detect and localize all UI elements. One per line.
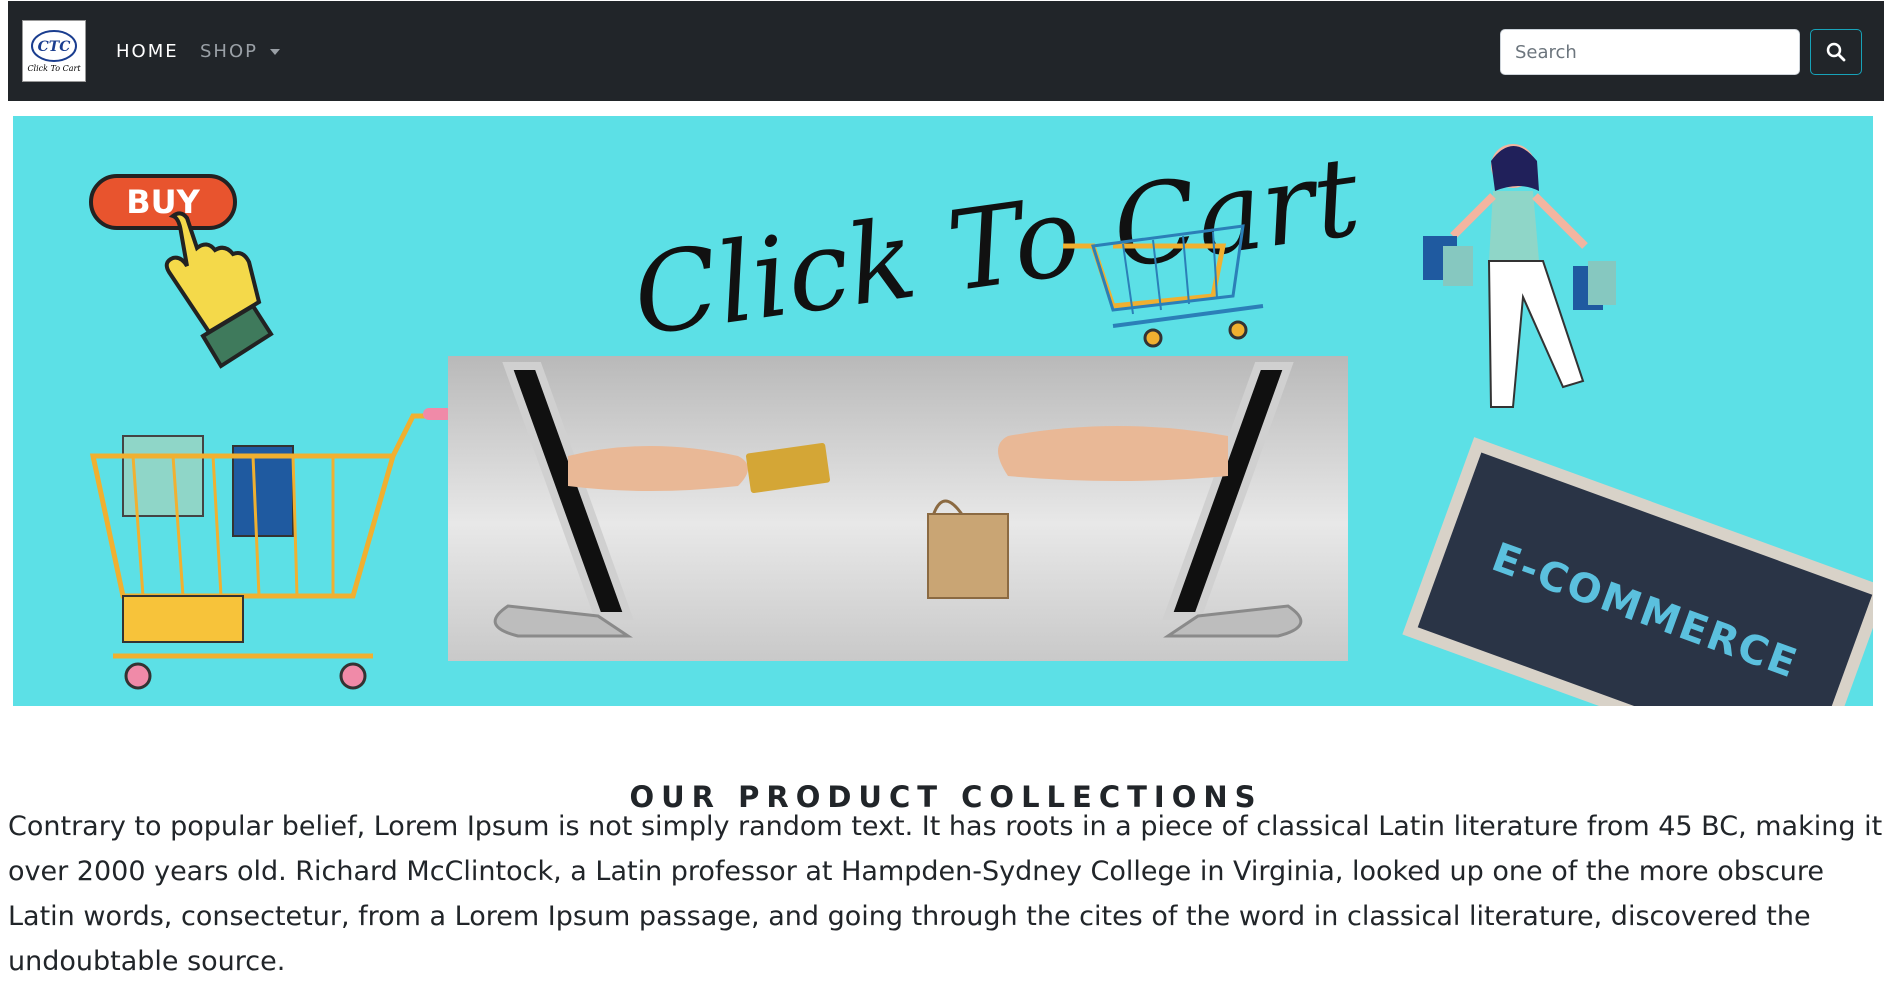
pointing-hand-icon [164, 211, 274, 369]
intro-paragraph: Contrary to popular belief, Lorem Ipsum … [8, 811, 1883, 977]
logo-text: CTC [38, 39, 71, 55]
hero-banner: BUY Click To Cart E-COMMERCE [13, 116, 1873, 706]
search-button[interactable] [1810, 29, 1862, 75]
search-icon [1826, 42, 1846, 62]
buy-label: BUY [126, 183, 200, 221]
logo-subtext: Click To Cart [27, 64, 81, 73]
buy-button-icon: BUY [89, 174, 237, 230]
banner-script-title: Click To Cart [626, 132, 1368, 361]
shopping-cart-large-icon [89, 408, 453, 690]
nav-shop-dropdown[interactable]: SHOP [200, 41, 280, 62]
logo-image: CTC Click To Cart [27, 30, 81, 73]
nav-home-link[interactable]: HOME [116, 41, 179, 62]
top-navbar: CTC Click To Cart HOME SHOP [8, 1, 1884, 101]
nav-shop-label: SHOP [200, 41, 258, 62]
caret-down-icon [269, 48, 280, 55]
search-input[interactable] [1500, 29, 1800, 75]
ecommerce-photo [448, 356, 1348, 661]
monitors-exchange-image [493, 362, 1303, 638]
shopper-woman-icon [1423, 144, 1616, 408]
ecommerce-board-text: E-COMMERCE [1485, 534, 1805, 688]
brand-logo[interactable]: CTC Click To Cart [22, 20, 86, 82]
